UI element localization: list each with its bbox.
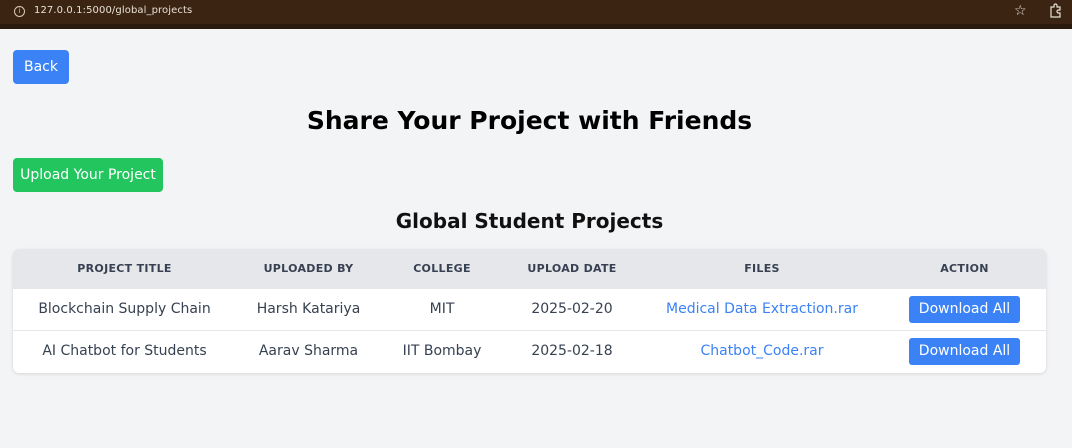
column-header-action: ACTION — [940, 261, 989, 275]
extensions-icon[interactable] — [1049, 3, 1063, 19]
column-header-project-title: PROJECT TITLE — [77, 261, 172, 275]
download-all-button[interactable]: Download All — [908, 295, 1021, 323]
project-title-cell: Blockchain Supply Chain — [13, 287, 236, 330]
files-cell: Medical Data Extraction.rar — [641, 287, 883, 330]
table-row: AI Chatbot for Students Aarav Sharma IIT… — [13, 329, 1046, 372]
upload-project-button[interactable]: Upload Your Project — [13, 158, 163, 192]
uploaded-by-cell: Aarav Sharma — [236, 329, 381, 372]
star-icon[interactable]: ☆ — [1014, 3, 1027, 19]
table-row: Blockchain Supply Chain Harsh Katariya M… — [13, 287, 1046, 330]
back-button[interactable]: Back — [13, 50, 69, 84]
upload-date-cell: 2025-02-18 — [503, 329, 641, 372]
file-link[interactable]: Medical Data Extraction.rar — [666, 301, 858, 317]
upload-date-cell: 2025-02-20 — [503, 287, 641, 330]
files-cell: Chatbot_Code.rar — [641, 329, 883, 372]
column-header-files: FILES — [744, 261, 780, 275]
uploaded-by-cell: Harsh Katariya — [236, 287, 381, 330]
file-link[interactable]: Chatbot_Code.rar — [700, 343, 823, 359]
table-header-row: PROJECT TITLE UPLOADED BY COLLEGE UPLOAD… — [13, 249, 1046, 288]
projects-table: PROJECT TITLE UPLOADED BY COLLEGE UPLOAD… — [13, 249, 1046, 373]
column-header-college: COLLEGE — [413, 261, 471, 275]
action-cell: Download All — [883, 287, 1046, 330]
college-cell: MIT — [381, 287, 503, 330]
section-title: Global Student Projects — [395, 209, 664, 233]
action-cell: Download All — [883, 329, 1046, 372]
browser-divider — [0, 24, 1072, 29]
browser-address-bar: i 127.0.0.1:5000/global_projects ☆ — [0, 0, 1072, 24]
project-title-cell: AI Chatbot for Students — [13, 329, 236, 372]
info-icon[interactable]: i — [14, 6, 25, 17]
download-all-button[interactable]: Download All — [908, 337, 1021, 365]
column-header-uploaded-by: UPLOADED BY — [263, 261, 354, 275]
column-header-upload-date: UPLOAD DATE — [527, 261, 617, 275]
url-text[interactable]: 127.0.0.1:5000/global_projects — [34, 5, 192, 16]
page-title: Share Your Project with Friends — [306, 106, 753, 135]
college-cell: IIT Bombay — [381, 329, 503, 372]
